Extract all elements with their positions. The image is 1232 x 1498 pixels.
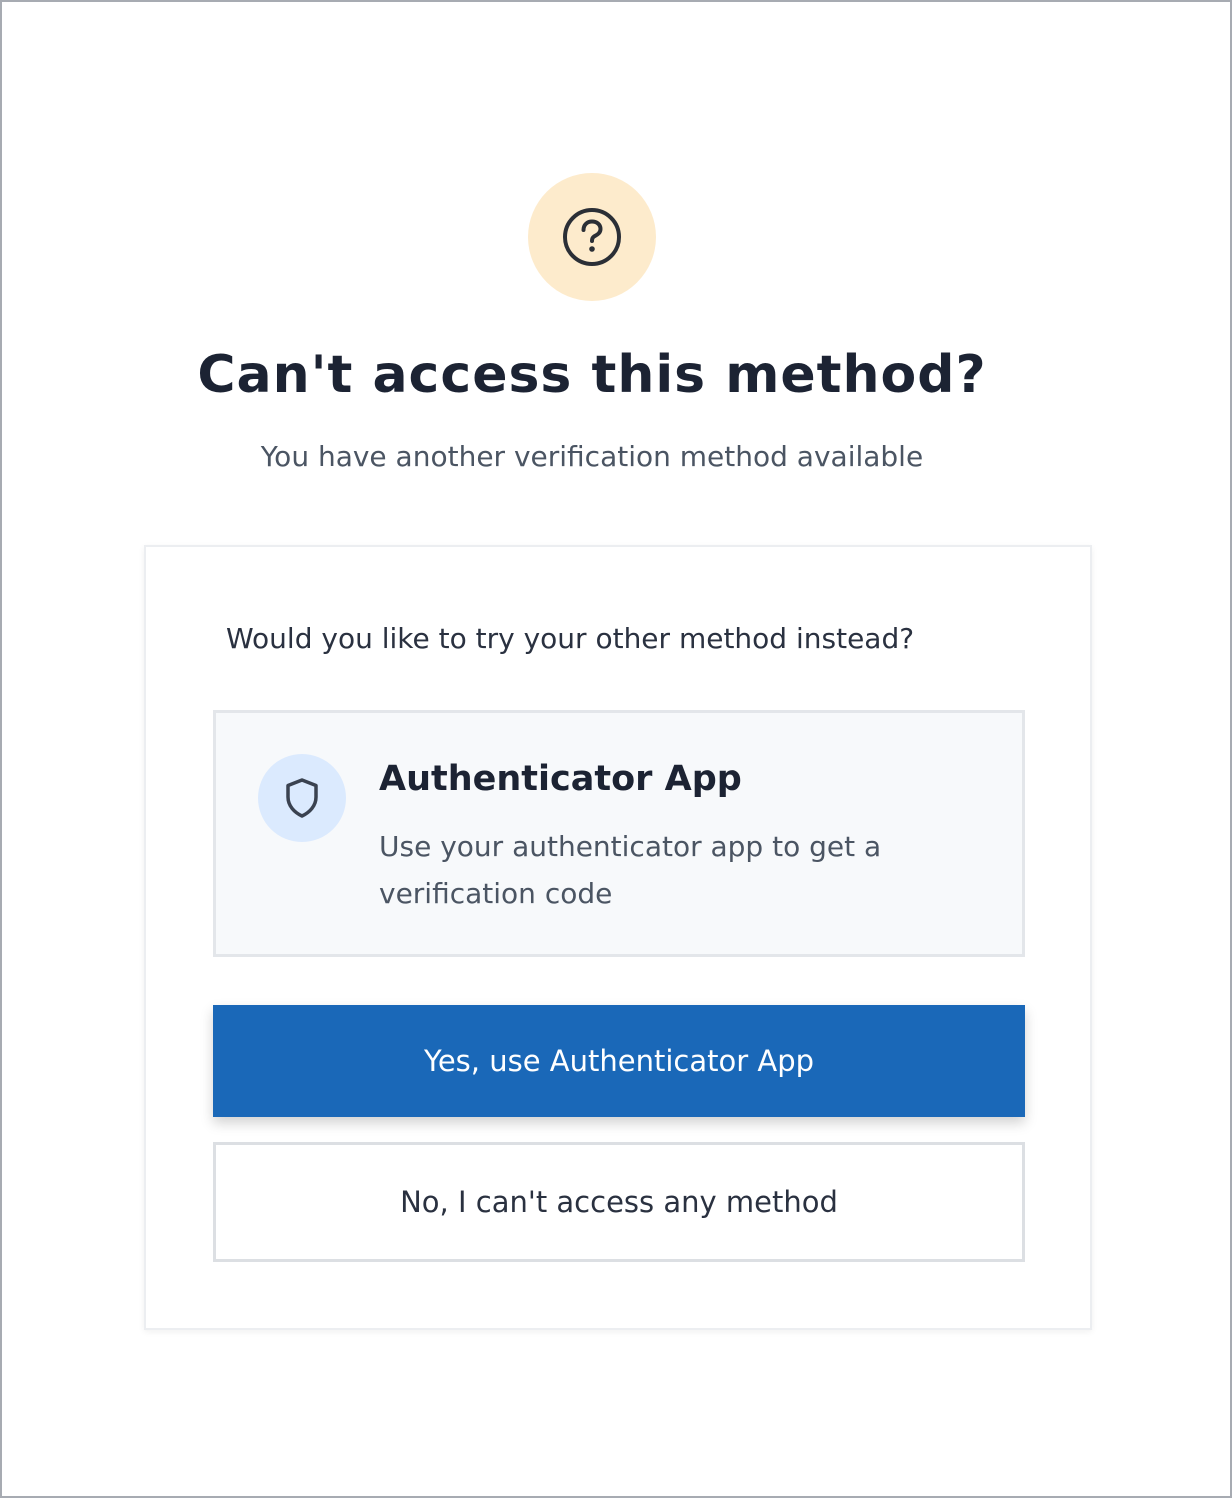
dialog-frame: Can't access this method? You have anoth… <box>0 0 1232 1498</box>
method-title: Authenticator App <box>379 759 742 799</box>
authenticator-app-option[interactable]: Authenticator App Use your authenticator… <box>213 710 1025 957</box>
method-icon-badge <box>258 754 346 842</box>
shield-icon <box>286 778 318 818</box>
cant-access-any-method-button[interactable]: No, I can't access any method <box>213 1142 1025 1262</box>
page-subtitle: You have another verification method ava… <box>260 440 924 473</box>
method-card: Would you like to try your other method … <box>144 545 1092 1330</box>
question-circle-icon <box>563 208 621 266</box>
method-description: Use your authenticator app to get a veri… <box>379 830 882 910</box>
page-title: Can't access this method? <box>197 345 987 405</box>
card-question: Would you like to try your other method … <box>226 622 915 655</box>
help-badge <box>528 173 656 301</box>
use-authenticator-button[interactable]: Yes, use Authenticator App <box>213 1005 1025 1117</box>
